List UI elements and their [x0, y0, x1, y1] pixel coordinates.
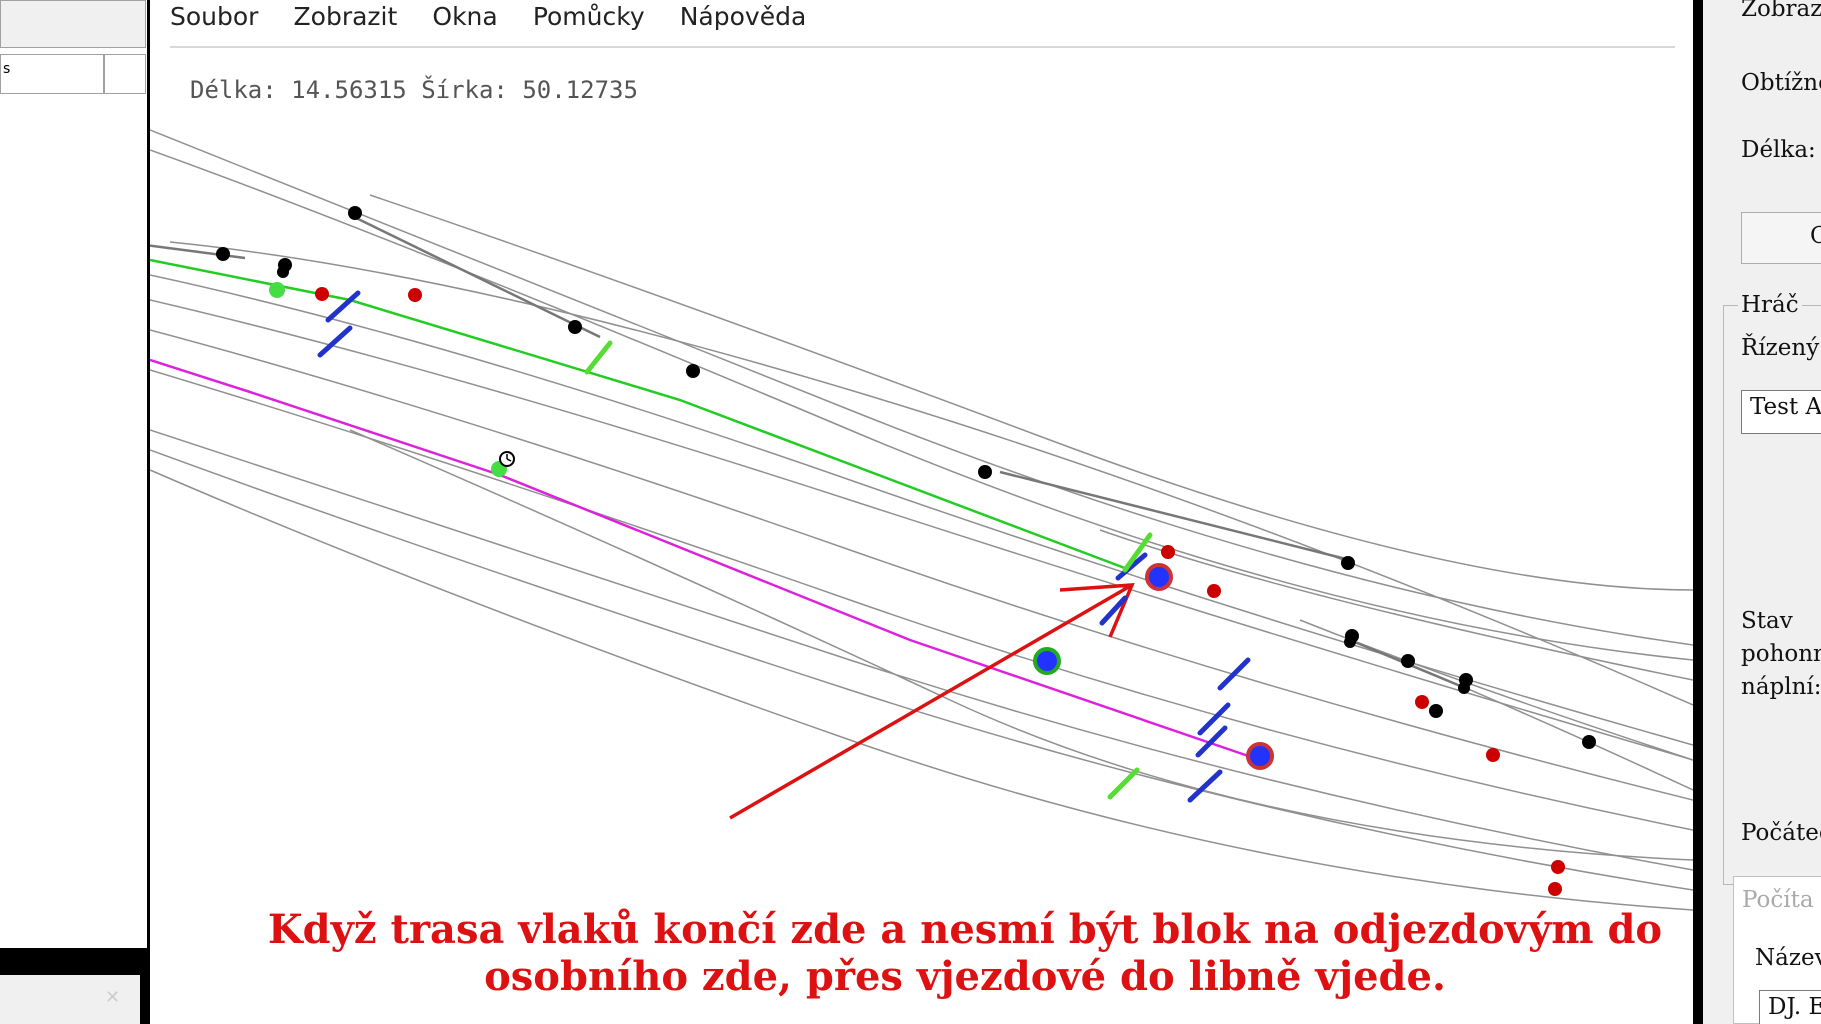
train-marker[interactable] — [1145, 563, 1173, 591]
popup-title: Počíta — [1742, 887, 1814, 913]
train-markers — [1033, 563, 1274, 770]
label-obtiznost: Obtížno — [1741, 70, 1821, 96]
left-panel-column-cell-2[interactable] — [104, 54, 146, 94]
track-line — [1299, 619, 1693, 761]
right-panel: Zobrazo Obtížno Délka: C Hráč Řízený Tes… — [1703, 0, 1821, 1024]
train-marker[interactable] — [1246, 742, 1274, 770]
node — [1401, 654, 1415, 668]
track-line — [150, 429, 1693, 871]
c-button[interactable]: C — [1741, 212, 1821, 264]
track-line — [150, 149, 1693, 661]
label-napln: náplní: — [1741, 674, 1821, 700]
node — [269, 282, 285, 298]
track-lines — [150, 129, 1693, 911]
green-mark — [584, 340, 613, 375]
label-zobrazeni: Zobrazo — [1741, 0, 1821, 22]
annotation-arrow — [729, 583, 1135, 820]
node — [1582, 735, 1596, 749]
right-separator — [1693, 0, 1703, 1024]
green-marks — [584, 340, 1153, 800]
block-mark — [317, 325, 353, 358]
signal — [1161, 545, 1175, 559]
block-mark — [1187, 769, 1223, 803]
track-line — [150, 369, 1693, 831]
node — [348, 206, 362, 220]
label-pocatec: Počáteč — [1741, 820, 1821, 846]
track-line — [150, 129, 1693, 646]
train-route-magenta[interactable] — [150, 358, 1261, 762]
track-line — [150, 329, 1693, 801]
node — [1429, 704, 1443, 718]
signal — [315, 287, 329, 301]
label-nazev: Název — [1755, 945, 1821, 971]
label-pohon: pohonn — [1741, 641, 1821, 667]
track-segment — [150, 244, 246, 260]
block-mark — [1217, 657, 1251, 691]
track-segments — [150, 213, 1471, 692]
caption-line-1: Když trasa vlaků končí zde a nesmí být b… — [267, 906, 1663, 953]
caption-line-2: osobního zde, přes vjezdové do libně vje… — [484, 953, 1446, 1000]
node — [1341, 556, 1355, 570]
node — [978, 465, 992, 479]
track-segment — [349, 213, 601, 339]
track-line — [169, 241, 1693, 706]
left-panel-button[interactable] — [0, 0, 146, 48]
label-rizeny: Řízený — [1741, 335, 1820, 361]
arrow-shaft — [729, 583, 1133, 820]
green-mark — [1107, 767, 1140, 800]
node — [1344, 636, 1356, 648]
close-icon[interactable]: ✕ — [105, 987, 120, 1008]
label-stav: Stav — [1741, 608, 1793, 634]
track-line — [150, 274, 1693, 746]
player-select[interactable]: Test A — [1741, 390, 1821, 434]
label-delka: Délka: — [1741, 137, 1816, 163]
signal — [1548, 882, 1562, 896]
signal — [1207, 584, 1221, 598]
node — [1458, 682, 1470, 694]
black-nodes — [216, 206, 1596, 749]
left-panel-footer: ✕ — [0, 975, 140, 1024]
clock-icon — [499, 451, 515, 467]
left-panel-content: s — [0, 0, 147, 948]
train-marker[interactable] — [1033, 647, 1061, 675]
group-hrac-label: Hráč — [1738, 292, 1802, 318]
red-signals — [315, 287, 1565, 896]
node — [277, 266, 289, 278]
signal — [1486, 748, 1500, 762]
map-view[interactable]: Soubor Zobrazit Okna Pomůcky Nápověda Dé… — [150, 0, 1693, 1024]
left-panel: s ✕ — [0, 0, 150, 1024]
annotation-caption: Když trasa vlaků končí zde a nesmí být b… — [200, 906, 1730, 1000]
c-button-label: C — [1810, 223, 1821, 249]
node — [216, 247, 230, 261]
node — [568, 320, 582, 334]
signal — [1415, 695, 1429, 709]
track-line — [369, 194, 1693, 591]
node — [686, 364, 700, 378]
signal — [408, 288, 422, 302]
left-panel-column-cell[interactable]: s — [0, 54, 104, 94]
name-input[interactable]: DJ. E — [1759, 990, 1821, 1024]
track-map[interactable] — [150, 0, 1693, 1024]
signal — [1551, 860, 1565, 874]
block-marks — [317, 290, 1251, 803]
